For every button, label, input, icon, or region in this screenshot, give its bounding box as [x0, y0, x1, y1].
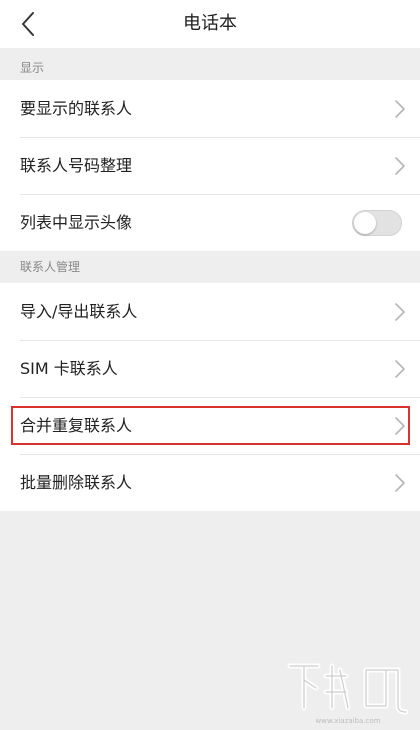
list-item-label: 合并重复联系人 — [20, 416, 133, 435]
list-item-label: 批量删除联系人 — [20, 473, 133, 492]
show-avatar-toggle[interactable] — [352, 210, 402, 236]
list-item-label: SIM 卡联系人 — [20, 359, 118, 378]
chevron-right-icon — [395, 303, 405, 321]
toggle-knob — [354, 212, 376, 234]
list-item-visible-contacts[interactable]: 要显示的联系人 — [0, 80, 420, 137]
chevron-right-icon — [395, 360, 405, 378]
list-item-sim-contacts[interactable]: SIM 卡联系人 — [0, 340, 420, 397]
section-title: 联系人管理 — [20, 260, 81, 274]
list-item-label: 导入/导出联系人 — [20, 302, 138, 321]
section-header-contact-management: 联系人管理 — [0, 251, 420, 283]
watermark-logo: www.xiazaiba.com — [287, 663, 409, 725]
settings-group-display: 要显示的联系人 联系人号码整理 列表中显示头像 — [0, 80, 420, 251]
chevron-right-icon — [395, 474, 405, 492]
list-item-import-export[interactable]: 导入/导出联系人 — [0, 283, 420, 340]
list-item-label: 要显示的联系人 — [20, 99, 133, 118]
chevron-right-icon — [395, 157, 405, 175]
chevron-right-icon — [395, 100, 405, 118]
list-item-label: 联系人号码整理 — [20, 156, 133, 175]
list-item-batch-delete[interactable]: 批量删除联系人 — [0, 454, 420, 511]
page-title: 电话本 — [183, 13, 237, 34]
list-item-number-tidy[interactable]: 联系人号码整理 — [0, 137, 420, 194]
app-header: 电话本 — [0, 0, 420, 48]
settings-group-contact-management: 导入/导出联系人 SIM 卡联系人 合并重复联系人 批量删除联系人 — [0, 283, 420, 511]
svg-text:www.xiazaiba.com: www.xiazaiba.com — [316, 717, 381, 725]
list-item-label: 列表中显示头像 — [20, 213, 133, 232]
list-item-merge-duplicates[interactable]: 合并重复联系人 — [0, 397, 420, 454]
chevron-right-icon — [395, 417, 405, 435]
list-item-show-avatar: 列表中显示头像 — [0, 194, 420, 251]
